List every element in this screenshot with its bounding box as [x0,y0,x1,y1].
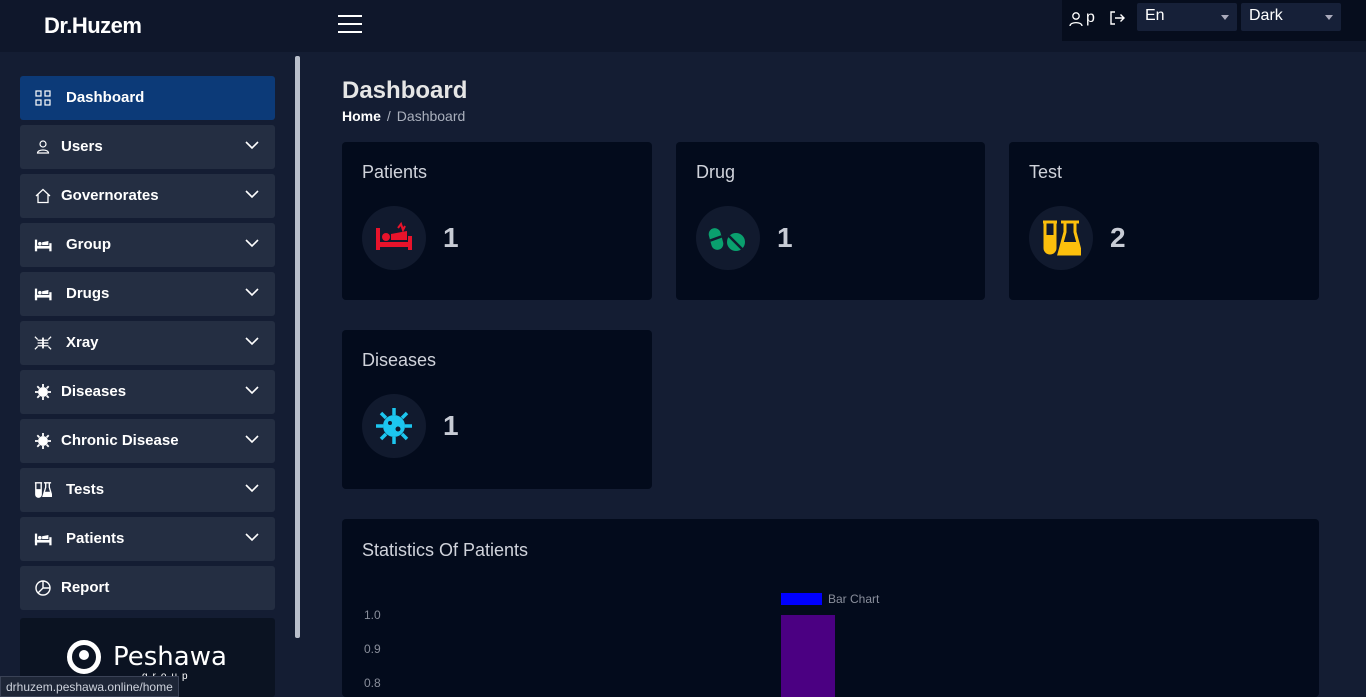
logout-icon[interactable] [1108,9,1126,27]
home-icon [35,188,51,204]
sidebar-item-label: Dashboard [66,89,145,106]
card-title: Patients [362,162,428,182]
sidebar-scrollbar[interactable] [295,56,300,638]
xray-icon [34,336,52,350]
test-card[interactable]: Test 2 [1009,142,1319,300]
chevron-down-icon [245,337,259,346]
menu-toggle-button[interactable] [338,15,362,35]
sidebar-item-label: Drugs [66,285,110,302]
sidebar-item-chronic-disease[interactable]: Chronic Disease [20,419,275,463]
bed-icon [34,288,52,301]
sidebar-item-tests[interactable]: Tests [20,468,275,512]
breadcrumb-current: Dashboard [396,108,466,124]
language-select[interactable]: En [1137,3,1237,31]
virus-icon [35,433,51,449]
patients-card[interactable]: Patients 1 [342,142,652,300]
chevron-down-icon [245,190,259,199]
drug-card[interactable]: Drug 1 [676,142,985,300]
card-value: 1 [777,222,793,253]
card-value: 2 [1110,222,1126,253]
user-icon[interactable] [1068,11,1084,27]
chevron-down-icon [245,386,259,395]
peshawa-logo-icon [67,640,101,674]
sidebar-item-diseases[interactable]: Diseases [20,370,275,414]
sidebar-item-label: Group [66,236,111,253]
sidebar: Dashboard Users Governorates Group Drugs… [20,76,275,615]
breadcrumb-home-link[interactable]: Home [342,108,381,124]
chevron-down-icon [245,484,259,493]
pie-icon [35,580,51,596]
chevron-down-icon [245,435,259,444]
card-icon-circle [362,394,426,458]
virus-icon [376,408,412,444]
legend-label: Bar Chart [828,592,880,606]
sidebar-item-label: Report [61,579,110,596]
y-tick-label: 0.8 [364,676,381,690]
sidebar-item-dashboard[interactable]: Dashboard [20,76,275,120]
flask-icon [34,482,52,498]
breadcrumb: Home / Dashboard [342,108,465,124]
bed-icon [34,239,52,252]
bed-icon [376,221,412,250]
top-bar: Dr.Huzem p En Dark [0,0,1366,52]
pills-icon [708,228,745,251]
breadcrumb-separator: / [386,108,391,124]
sidebar-item-label: Users [61,138,103,155]
y-tick-label: 0.9 [364,642,381,656]
card-icon-circle [1029,206,1093,270]
chevron-down-icon [245,533,259,542]
statistics-panel: Statistics Of Patients Bar Chart 1.0 0.9 0.… [342,519,1319,697]
y-tick-label: 1.0 [364,608,381,622]
sidebar-item-label: Tests [66,481,105,498]
diseases-card[interactable]: Diseases 1 [342,330,652,489]
user-name[interactable]: p [1086,9,1095,27]
card-title: Drug [696,162,736,182]
card-title: Test [1029,162,1063,182]
hamburger-line [338,31,362,33]
sidebar-item-drugs[interactable]: Drugs [20,272,275,316]
page-title: Dashboard [342,77,468,104]
sidebar-item-governorates[interactable]: Governorates [20,174,275,218]
sidebar-item-patients[interactable]: Patients [20,517,275,561]
card-icon-circle [696,206,760,270]
user-icon [36,140,50,154]
chevron-down-icon [245,239,259,248]
theme-select[interactable]: Dark [1241,3,1341,31]
legend-swatch [781,593,822,605]
hamburger-line [338,23,362,25]
patients-bar-chart: Bar Chart 1.0 0.9 0.8 [364,592,880,697]
bar [781,615,835,697]
bed-icon [34,533,52,546]
sidebar-item-label: Governorates [61,187,159,204]
chevron-down-icon [1221,15,1229,20]
chevron-down-icon [245,141,259,150]
brand-logo[interactable]: Dr.Huzem [44,13,142,39]
language-value: En [1145,7,1165,24]
sidebar-item-xray[interactable]: Xray [20,321,275,365]
status-bar-url: drhuzem.peshawa.online/home [0,676,179,697]
grid-icon [35,90,51,106]
theme-value: Dark [1249,7,1283,24]
virus-icon [35,384,51,400]
sidebar-item-label: Chronic Disease [61,432,179,449]
hamburger-line [338,15,362,17]
chevron-down-icon [1325,15,1333,20]
sidebar-item-report[interactable]: Report [20,566,275,610]
card-value: 1 [443,410,459,441]
sidebar-item-group[interactable]: Group [20,223,275,267]
flask-icon [1043,220,1081,256]
user-toolbar: p En Dark [1062,0,1366,41]
sidebar-item-label: Diseases [61,383,127,400]
card-value: 1 [443,222,459,253]
sidebar-item-users[interactable]: Users [20,125,275,169]
chevron-down-icon [245,288,259,297]
sidebar-item-label: Xray [66,334,99,351]
sidebar-item-label: Patients [66,530,125,547]
card-title: Diseases [362,350,437,370]
card-icon-circle [362,206,426,270]
logo-text: Peshawa [113,642,227,672]
